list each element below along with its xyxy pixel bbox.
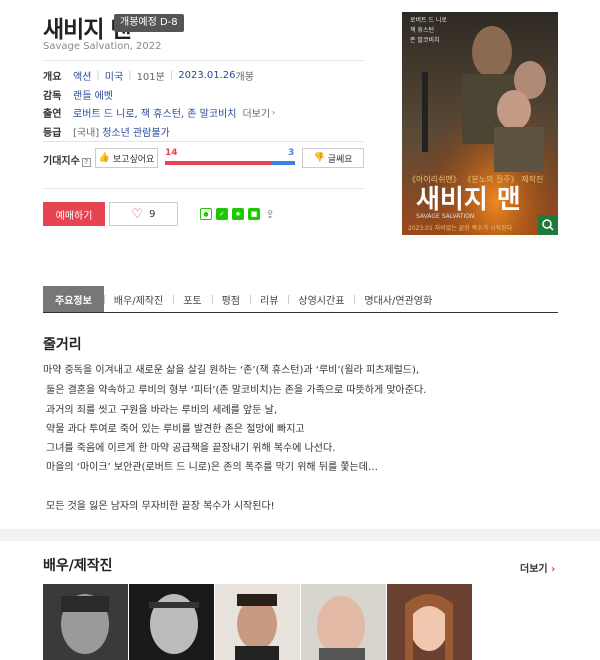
svg-text:《아이리쉬맨》 《분노의 질주》 제작진: 《아이리쉬맨》 《분노의 질주》 제작진 [408, 174, 543, 184]
svg-text:SAVAGE SALVATION: SAVAGE SALVATION [416, 213, 474, 220]
director-label: 감독 [43, 91, 62, 102]
director-link[interactable]: 랜들 에벳 [73, 87, 113, 102]
chevron-right-icon: › [551, 564, 556, 575]
synopsis-line: 그녀를 죽음에 이르게 한 마약 공급책을 끝장내기 위해 복수에 나선다. [46, 443, 336, 454]
expectation-label: 기대지수? [43, 152, 91, 167]
expectation-bar [165, 161, 295, 165]
cast-photo[interactable] [215, 584, 300, 660]
cast-label: 출연 [43, 109, 62, 120]
thumbs-up-icon: 👍 [98, 153, 110, 163]
svg-text:새비지 맨: 새비지 맨 [416, 185, 521, 215]
tab-item[interactable]: 리뷰 [250, 286, 288, 312]
country-link[interactable]: 미국 [105, 68, 123, 83]
svg-text:존 말코비치: 존 말코비치 [410, 36, 440, 44]
synopsis-title: 줄거리 [43, 337, 82, 353]
line-share-icon[interactable]: ● [200, 208, 212, 220]
band-share-icon[interactable]: ★ [232, 208, 244, 220]
expectation-bar-fill [165, 161, 272, 165]
tab-item[interactable]: 포토 [173, 286, 211, 312]
rating-prefix: [국내] [73, 128, 100, 139]
svg-text:로버트 드 니로: 로버트 드 니로 [410, 16, 447, 24]
runtime: 101분 [136, 72, 165, 83]
divider [43, 188, 364, 189]
movie-tabs: 주요정보 배우/제작진 포토 평점 리뷰 상영시간표 명대사/연관영화 [43, 286, 558, 313]
tab-item[interactable]: 명대사/연관영화 [354, 286, 442, 312]
divider [43, 60, 364, 61]
chevron-right-icon: › [272, 108, 276, 117]
share-icon[interactable]: ⇪ [264, 208, 276, 221]
release-suffix: 개봉 [235, 72, 254, 83]
original-title: Savage Salvation, 2022 [43, 41, 162, 52]
info-cast-row: 출연 로버트 드 니로, 잭 휴스턴, 존 말코비치 더보기 › [43, 105, 275, 120]
nah-count: 3 [288, 148, 295, 158]
tab-item[interactable]: 배우/제작진 [103, 286, 173, 312]
svg-text:잭 휴스턴: 잭 휴스턴 [410, 26, 434, 34]
release-status-badge: 개봉예정 D-8 [114, 14, 184, 32]
cast-photo[interactable] [129, 584, 214, 660]
synopsis-line: 모든 것을 잃은 남자의 무자비한 끝장 복수가 시작된다! [46, 501, 275, 512]
naver-share-icon[interactable]: ✓ [216, 208, 228, 220]
overview-label: 개요 [43, 72, 62, 83]
section-divider [0, 529, 600, 541]
like-button[interactable]: ♡ 9 [109, 202, 178, 226]
synopsis-line: 마약 중독을 이겨내고 새로운 삶을 살길 원하는 ‘존’(잭 휴스턴)과 ‘루… [43, 365, 420, 376]
cast-link[interactable]: 로버트 드 니로, 잭 휴스턴, 존 말코비치 [73, 105, 236, 120]
thumbs-down-icon: 👎 [313, 153, 325, 163]
tab-item[interactable]: 평점 [211, 286, 250, 312]
cast-more-link[interactable]: 더보기 › [520, 560, 555, 575]
genre-link[interactable]: 액션 [73, 68, 91, 83]
like-count: 9 [149, 208, 156, 220]
info-director-row: 감독 랜들 에벳 [43, 87, 113, 102]
blog-share-icon[interactable]: ■ [248, 208, 260, 220]
cast-photo[interactable] [43, 584, 128, 660]
rating-link[interactable]: 청소년 관람불가 [102, 124, 170, 139]
share-icons: ● ✓ ★ ■ ⇪ [200, 208, 276, 221]
cast-photo[interactable] [301, 584, 386, 660]
synopsis-line: 마을의 ‘마이크’ 보안관(로버트 드 니로)은 존의 폭주를 막기 위해 뒤를… [46, 462, 378, 473]
movie-poster[interactable]: 《아이리쉬맨》 《분노의 질주》 제작진 새비지 맨 SAVAGE SALVAT… [402, 12, 558, 235]
help-icon[interactable]: ? [81, 158, 91, 167]
book-ticket-button[interactable]: 예매하기 [43, 202, 105, 226]
cast-more-link[interactable]: 더보기 [242, 105, 270, 120]
synopsis-line: 약물 과다 투여로 죽어 있는 루비를 발견한 존은 절망에 빠지고 [46, 424, 305, 435]
divider [43, 141, 364, 142]
release-date-link[interactable]: 2023.01.26 [178, 70, 235, 81]
synopsis-line: 둘은 결혼을 약속하고 루비의 형부 ‘피터’(존 말코비치)는 존을 가족으로… [46, 385, 427, 396]
info-overview-row: 개요 액션 | 미국 | 101분 | 2023.01.26 개봉 [43, 68, 254, 83]
cast-photo[interactable] [387, 584, 472, 660]
not-sure-button[interactable]: 👎 글쎄요 [302, 148, 364, 168]
info-rating-row: 등급 [국내] 청소년 관람불가 [43, 124, 170, 139]
svg-text:2023.01 자비없는 끝장 복수가 시작된다: 2023.01 자비없는 끝장 복수가 시작된다 [408, 224, 513, 232]
tab-item[interactable]: 상영시간표 [288, 286, 354, 312]
tab-item[interactable]: 주요정보 [43, 286, 104, 312]
cast-section-title: 배우/제작진 [43, 558, 113, 574]
synopsis-line: 과거의 죄를 씻고 구원을 바라는 루비의 세례를 앞둔 날, [46, 405, 278, 416]
rating-label: 등급 [43, 128, 62, 139]
heart-icon: ♡ [131, 206, 144, 222]
want-count: 14 [165, 148, 178, 158]
want-to-see-button[interactable]: 👍 보고싶어요 [95, 148, 158, 168]
